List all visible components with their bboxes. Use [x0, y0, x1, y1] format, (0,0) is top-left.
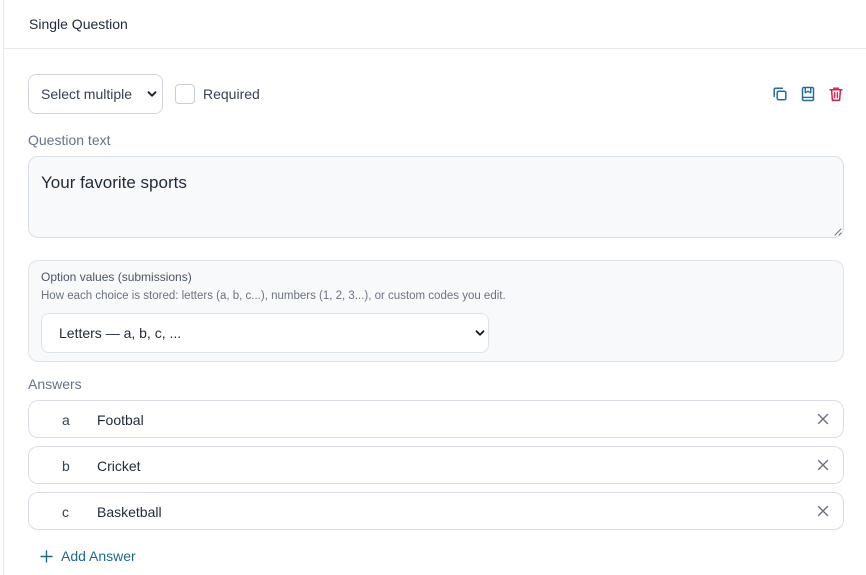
plus-icon [40, 549, 53, 563]
answer-key: c [62, 504, 69, 520]
save-icon[interactable] [800, 86, 816, 102]
question-text-label: Question text [28, 132, 111, 148]
close-icon[interactable] [817, 459, 829, 471]
option-values-help: How each choice is stored: letters (a, b… [41, 290, 506, 302]
resize-handle-icon[interactable] [832, 226, 842, 236]
required-checkbox[interactable] [175, 84, 195, 104]
answer-row[interactable]: a Footbal [28, 400, 844, 438]
required-label: Required [203, 86, 260, 102]
panel-header: Single Question [4, 0, 866, 49]
add-answer-button[interactable]: Add Answer [40, 547, 136, 565]
add-answer-label: Add Answer [61, 548, 136, 564]
answer-text[interactable]: Basketball [97, 504, 162, 520]
answer-text[interactable]: Cricket [97, 458, 141, 474]
close-icon[interactable] [817, 413, 829, 425]
option-values-title: Option values (submissions) [41, 270, 192, 284]
answer-row[interactable]: b Cricket [28, 446, 844, 484]
answer-key: a [62, 412, 70, 428]
question-text-input[interactable]: Your favorite sports [28, 156, 844, 238]
option-values-select[interactable]: Letters — a, b, c, ... [41, 313, 489, 353]
copy-icon[interactable] [772, 86, 788, 102]
question-type-select[interactable]: Select multiple [28, 74, 163, 114]
answer-row[interactable]: c Basketball [28, 492, 844, 530]
answers-label: Answers [28, 376, 82, 392]
close-icon[interactable] [817, 505, 829, 517]
panel-title: Single Question [29, 16, 128, 32]
trash-icon[interactable] [828, 86, 844, 102]
answer-text[interactable]: Footbal [97, 412, 144, 428]
option-values-box: Option values (submissions) How each cho… [28, 260, 844, 362]
answer-key: b [62, 458, 70, 474]
